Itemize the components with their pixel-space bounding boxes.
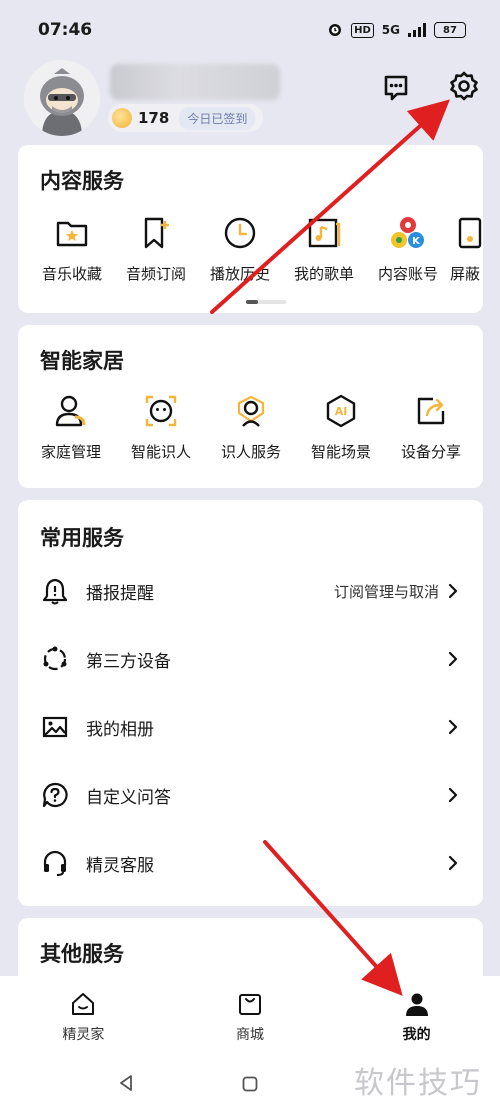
- ai-hexagon-icon: AI: [321, 391, 361, 431]
- profile-header: 178 今日已签到: [0, 60, 500, 140]
- content-services-row: 音乐收藏 音频订阅 播放历史 我的歌单 K 内容账号 屏蔽: [30, 213, 490, 284]
- alarm-icon: [327, 21, 343, 40]
- hd-icon: HD: [351, 22, 374, 38]
- tab-shop[interactable]: 商城: [167, 976, 334, 1056]
- coin-count: 178: [138, 109, 170, 127]
- list-item-customer-service[interactable]: 精灵客服: [18, 829, 483, 897]
- star-folder-icon: [52, 213, 92, 253]
- profile-icon: [405, 993, 428, 1016]
- tab-label: 我的: [402, 1027, 431, 1043]
- coin-icon: [112, 108, 132, 128]
- chevron-right-icon: [448, 583, 458, 599]
- watermark-text: 软件技巧: [354, 1066, 482, 1101]
- block-icon: [450, 213, 490, 253]
- status-icons: HD 5G 87: [327, 21, 466, 40]
- list-item-custom-qa[interactable]: 自定义问答: [18, 761, 483, 829]
- grid-item-label: 智能场景: [310, 443, 371, 461]
- face-scan-icon: [141, 391, 181, 431]
- chevron-right-icon: [448, 651, 458, 667]
- avatar[interactable]: [24, 60, 100, 136]
- clock-icon: [220, 213, 260, 253]
- status-time: 07:46: [38, 20, 93, 40]
- home-icon: [72, 993, 95, 1015]
- grid-item-label: 播放历史: [209, 265, 270, 283]
- grid-item-recognition-service[interactable]: 识人服务: [206, 391, 296, 462]
- accounts-icon: K: [388, 213, 428, 253]
- home-nav-icon[interactable]: [242, 1076, 258, 1092]
- list-item-subtitle: 订阅管理与取消: [333, 582, 439, 601]
- bell-icon: [40, 576, 70, 606]
- grid-item-device-share[interactable]: 设备分享: [386, 391, 476, 462]
- network-label: 5G: [381, 23, 400, 37]
- username-blurred: [110, 64, 280, 100]
- grid-item-label: 屏蔽: [450, 265, 481, 283]
- tab-mine[interactable]: 我的: [333, 976, 500, 1056]
- list-item-label: 自定义问答: [86, 787, 171, 808]
- grid-item-label: 音频订阅: [125, 265, 186, 283]
- face-service-icon: [231, 391, 271, 431]
- back-nav-icon[interactable]: [118, 1074, 134, 1092]
- list-item-third-party-devices[interactable]: 第三方设备: [18, 625, 483, 693]
- tab-home[interactable]: 精灵家: [0, 976, 167, 1056]
- common-services-card: 常用服务 播报提醒 订阅管理与取消 第三方设备 我的相册 自定义问答 精灵客服: [18, 500, 483, 906]
- grid-item-label: 家庭管理: [40, 443, 101, 461]
- smart-home-row: 家庭管理 智能识人 识人服务 AI 智能场景 设备分享: [26, 391, 476, 462]
- smart-home-card: 智能家居 家庭管理 智能识人 识人服务 AI 智能场景 设备分享: [18, 325, 483, 488]
- checkin-badge[interactable]: 今日已签到: [179, 106, 256, 130]
- bookmark-plus-icon: [136, 213, 176, 253]
- status-bar: 07:46 HD 5G 87: [0, 0, 500, 60]
- grid-item-smart-scene[interactable]: AI 智能场景: [296, 391, 386, 462]
- bottom-tab-bar: 精灵家 商城 我的: [0, 976, 500, 1056]
- headset-icon: [40, 848, 70, 878]
- message-button[interactable]: [381, 72, 411, 102]
- list-item-broadcast-reminder[interactable]: 播报提醒 订阅管理与取消: [18, 557, 483, 625]
- horizontal-scroll-indicator: [246, 300, 286, 304]
- playlist-icon: [304, 213, 344, 253]
- gear-icon: [450, 71, 478, 101]
- coin-pill[interactable]: 178 今日已签到: [108, 104, 264, 132]
- grid-item-content-accounts[interactable]: K 内容账号: [366, 213, 450, 284]
- battery-level: 87: [443, 24, 457, 36]
- list-item-my-album[interactable]: 我的相册: [18, 693, 483, 761]
- grid-item-label: 我的歌单: [293, 265, 354, 283]
- chevron-right-icon: [448, 787, 458, 803]
- signal-icon: [408, 23, 426, 37]
- grid-item-smart-recognition[interactable]: 智能识人: [116, 391, 206, 462]
- question-icon: [40, 780, 70, 810]
- grid-item-music-favorites[interactable]: 音乐收藏: [30, 213, 114, 284]
- tab-label: 商城: [236, 1027, 264, 1043]
- message-icon: [384, 75, 408, 101]
- common-services-title: 常用服务: [40, 526, 124, 550]
- content-services-card: 内容服务 音乐收藏 音频订阅 播放历史 我的歌单 K 内容账号 屏蔽: [18, 145, 483, 313]
- grid-item-label: 设备分享: [400, 443, 461, 461]
- smart-home-title: 智能家居: [40, 349, 124, 373]
- grid-item-label: 识人服务: [220, 443, 281, 461]
- list-item-label: 第三方设备: [86, 651, 171, 672]
- share-icon: [411, 391, 451, 431]
- grid-item-block[interactable]: 屏蔽: [450, 213, 490, 284]
- grid-item-family-management[interactable]: 家庭管理: [26, 391, 116, 462]
- list-item-label: 播报提醒: [86, 583, 154, 604]
- grid-item-my-playlist[interactable]: 我的歌单: [282, 213, 366, 284]
- chevron-right-icon: [448, 855, 458, 871]
- person-icon: [51, 391, 91, 431]
- svg-text:K: K: [412, 236, 421, 247]
- battery-icon: 87: [434, 22, 466, 38]
- grid-item-label: 内容账号: [377, 265, 438, 283]
- svg-text:AI: AI: [335, 405, 348, 418]
- content-services-title: 内容服务: [40, 169, 124, 193]
- list-item-label: 我的相册: [86, 719, 154, 740]
- grid-item-play-history[interactable]: 播放历史: [198, 213, 282, 284]
- grid-item-label: 音乐收藏: [41, 265, 102, 283]
- grid-item-audio-subscription[interactable]: 音频订阅: [114, 213, 198, 284]
- devices-icon: [40, 644, 70, 674]
- chevron-right-icon: [448, 719, 458, 735]
- tab-label: 精灵家: [62, 1027, 105, 1043]
- list-item-label: 精灵客服: [86, 855, 154, 876]
- other-services-title: 其他服务: [40, 942, 124, 966]
- settings-button[interactable]: [448, 70, 480, 102]
- shop-icon: [239, 994, 261, 1015]
- grid-item-label: 智能识人: [130, 443, 191, 461]
- photo-icon: [40, 712, 70, 742]
